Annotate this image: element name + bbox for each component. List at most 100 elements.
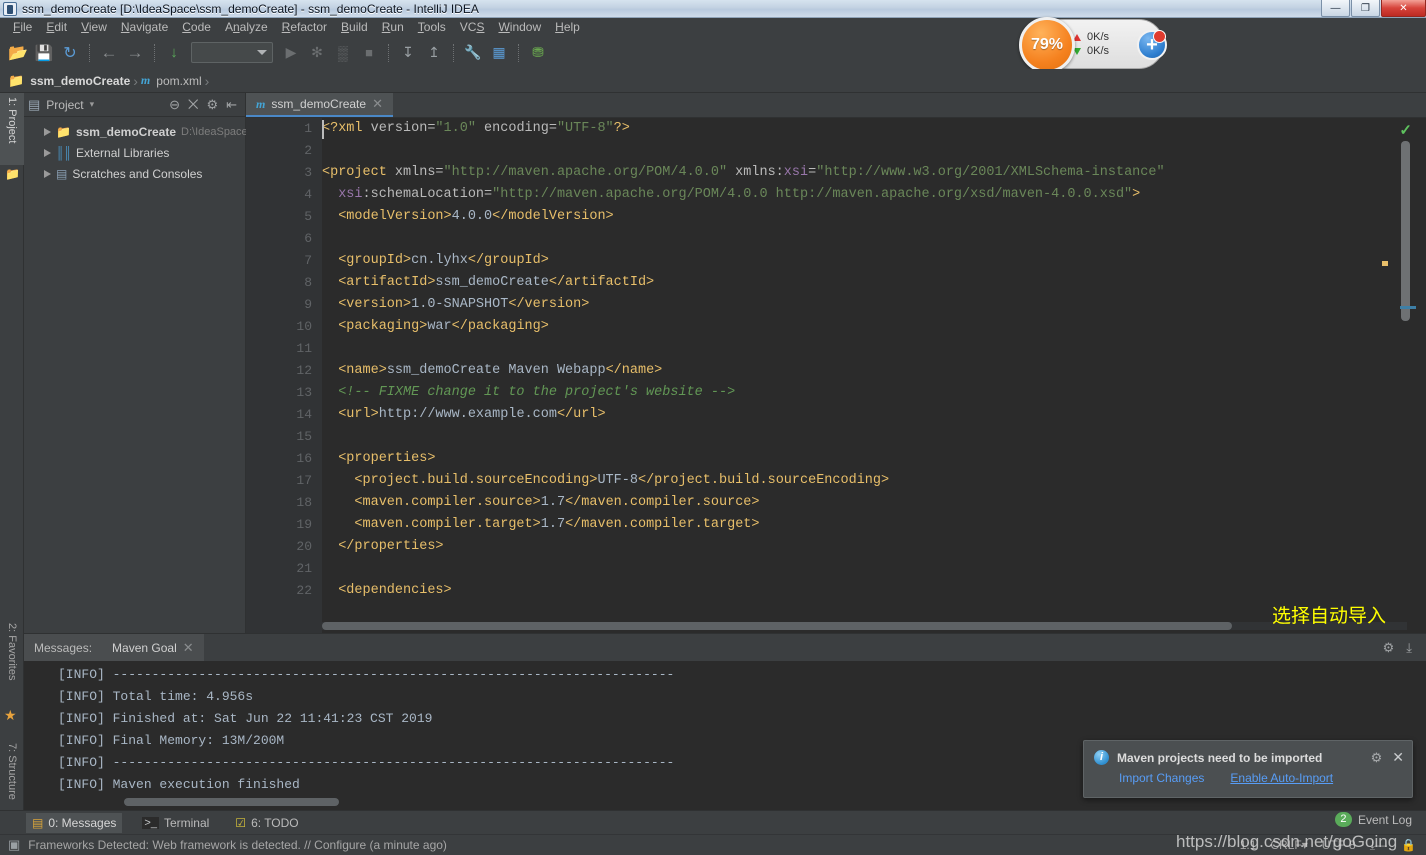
stop-icon[interactable]: ■ xyxy=(357,41,381,65)
export-to-file-icon[interactable]: ⤓ xyxy=(1406,640,1412,656)
gutter-line-number[interactable]: 15 xyxy=(246,426,322,448)
settings-gear-icon[interactable]: ⚙ xyxy=(206,97,218,113)
menu-view[interactable]: View xyxy=(74,19,114,35)
tree-node-module[interactable]: 📁 ssm_demoCreate D:\IdeaSpace xyxy=(24,121,248,142)
menu-tools[interactable]: Tools xyxy=(411,19,453,35)
expand-triangle-icon[interactable] xyxy=(44,127,51,136)
editor-code[interactable]: <?xml version="1.0" encoding="UTF-8"?> <… xyxy=(322,118,1412,623)
gutter-line-number[interactable]: 14 xyxy=(246,404,322,426)
menu-code[interactable]: Code xyxy=(175,19,218,35)
code-line[interactable]: <!-- FIXME change it to the project's we… xyxy=(322,382,1412,404)
minimize-button[interactable]: — xyxy=(1321,0,1350,17)
import-changes-link[interactable]: Import Changes xyxy=(1119,771,1204,785)
code-line[interactable]: <artifactId>ssm_demoCreate</artifactId> xyxy=(322,272,1412,294)
gutter-line-number[interactable]: 18 xyxy=(246,492,322,514)
bottom-tab-terminal[interactable]: >_ Terminal xyxy=(136,813,215,833)
debug-icon[interactable]: ✻ xyxy=(305,41,329,65)
gutter-line-number[interactable]: 9 xyxy=(246,294,322,316)
gutter-line-number[interactable]: 11 xyxy=(246,338,322,360)
run-configuration-combo[interactable] xyxy=(191,42,273,63)
close-button[interactable]: ✕ xyxy=(1381,0,1426,17)
code-line[interactable]: <properties> xyxy=(322,448,1412,470)
code-line[interactable]: <name>ssm_demoCreate Maven Webapp</name> xyxy=(322,360,1412,382)
bottom-tab-todo[interactable]: ☑ 6: TODO xyxy=(229,813,304,833)
close-icon[interactable]: ✕ xyxy=(1392,749,1404,766)
gutter-line-number[interactable]: 13 xyxy=(246,382,322,404)
settings-wrench-icon[interactable]: 🔧 xyxy=(461,41,485,65)
code-line[interactable] xyxy=(322,228,1412,250)
menu-window[interactable]: Window xyxy=(491,19,548,35)
sidebar-item-favorites[interactable]: 2: Favorites xyxy=(0,619,24,705)
gutter-line-number[interactable]: 4 xyxy=(246,184,322,206)
update-project-icon[interactable]: ↧ xyxy=(396,41,420,65)
sync-refresh-icon[interactable]: ↻ xyxy=(58,41,82,65)
code-line[interactable] xyxy=(322,140,1412,162)
gutter-line-number[interactable]: 7 xyxy=(246,250,322,272)
commit-icon[interactable]: ↥ xyxy=(422,41,446,65)
code-line[interactable] xyxy=(322,426,1412,448)
code-line[interactable]: <?xml version="1.0" encoding="UTF-8"?> xyxy=(322,118,1412,140)
gutter-line-number[interactable]: 5 xyxy=(246,206,322,228)
menu-vcs[interactable]: VCS xyxy=(453,19,492,35)
editor-tab-pom[interactable]: m ssm_demoCreate ✕ xyxy=(246,93,393,117)
run-icon[interactable]: ▶ xyxy=(279,41,303,65)
gutter-line-number[interactable]: 21 xyxy=(246,558,322,580)
expand-triangle-icon[interactable] xyxy=(44,148,51,157)
menu-edit[interactable]: Edit xyxy=(39,19,74,35)
vertical-scrollbar-thumb[interactable] xyxy=(1401,141,1410,321)
expand-triangle-icon[interactable] xyxy=(44,169,51,178)
network-speed-widget[interactable]: 79% 0K/s 0K/s + xyxy=(1019,17,1167,73)
menu-navigate[interactable]: Navigate xyxy=(114,19,175,35)
code-line[interactable]: <project.build.sourceEncoding>UTF-8</pro… xyxy=(322,470,1412,492)
lock-icon[interactable]: 🔒 xyxy=(1401,838,1416,852)
gutter-line-number[interactable]: 1 xyxy=(246,118,322,140)
gutter-line-number[interactable]: 12 xyxy=(246,360,322,382)
code-line[interactable]: <url>http://www.example.com</url> xyxy=(322,404,1412,426)
menu-analyze[interactable]: Analyze xyxy=(218,19,275,35)
chevron-down-icon[interactable]: ▾ xyxy=(90,99,95,110)
close-icon[interactable]: ✕ xyxy=(183,640,194,656)
gutter-line-number[interactable]: 17 xyxy=(246,470,322,492)
sidebar-item-project[interactable]: 1: Project xyxy=(0,93,24,165)
breadcrumb-item-module[interactable]: 📁 ssm_demoCreate xyxy=(8,73,130,89)
menu-file[interactable]: File xyxy=(6,19,39,35)
code-line[interactable]: <groupId>cn.lyhx</groupId> xyxy=(322,250,1412,272)
sdk-manager-icon[interactable]: ⛃ xyxy=(526,41,550,65)
code-line[interactable]: <maven.compiler.target>1.7</maven.compil… xyxy=(322,514,1412,536)
code-line[interactable] xyxy=(322,338,1412,360)
menu-refactor[interactable]: Refactor xyxy=(275,19,334,35)
code-line[interactable]: <modelVersion>4.0.0</modelVersion> xyxy=(322,206,1412,228)
back-arrow-icon[interactable]: ← xyxy=(97,41,121,65)
menu-help[interactable]: Help xyxy=(548,19,587,35)
code-line[interactable]: <project xmlns="http://maven.apache.org/… xyxy=(322,162,1412,184)
gutter-line-number[interactable]: 8 xyxy=(246,272,322,294)
gutter-line-number[interactable]: 20 xyxy=(246,536,334,558)
enable-auto-import-link[interactable]: Enable Auto-Import xyxy=(1230,771,1333,785)
code-line[interactable]: xsi:schemaLocation="http://maven.apache.… xyxy=(322,184,1412,206)
code-line[interactable]: <version>1.0-SNAPSHOT</version> xyxy=(322,294,1412,316)
close-icon[interactable]: ✕ xyxy=(372,96,383,112)
gutter-line-number[interactable]: 22− xyxy=(246,580,334,602)
project-structure-icon[interactable]: ▦ xyxy=(487,41,511,65)
coverage-icon[interactable]: ▒ xyxy=(331,41,355,65)
add-plus-icon[interactable]: + xyxy=(1137,30,1167,60)
code-line[interactable]: </properties> xyxy=(322,536,1412,558)
gutter-line-number[interactable]: 3− xyxy=(246,162,334,184)
gutter-line-number[interactable]: 2 xyxy=(246,140,322,162)
event-log-button[interactable]: 2 Event Log xyxy=(1334,812,1412,827)
warning-marker-icon[interactable] xyxy=(1382,261,1388,266)
collapse-all-icon[interactable]: ⊖ xyxy=(169,97,180,113)
code-line[interactable] xyxy=(322,558,1412,580)
code-line[interactable]: <maven.compiler.source>1.7</maven.compil… xyxy=(322,492,1412,514)
status-message[interactable]: Frameworks Detected: Web framework is de… xyxy=(28,838,447,852)
open-folder-icon[interactable]: 📂 xyxy=(6,41,30,65)
bottom-tab-messages[interactable]: ▤ 0: Messages xyxy=(26,812,123,833)
breadcrumb-item-file[interactable]: m pom.xml xyxy=(141,73,202,88)
messages-tab-maven-goal[interactable]: Maven Goal ✕ xyxy=(102,634,204,661)
menu-build[interactable]: Build xyxy=(334,19,375,35)
settings-gear-icon[interactable]: ⚙ xyxy=(1371,750,1383,766)
gutter-line-number[interactable]: 16− xyxy=(246,448,334,470)
settings-gear-icon[interactable]: ⚙ xyxy=(1383,640,1395,656)
tree-node-scratches[interactable]: ▤ Scratches and Consoles xyxy=(24,163,245,184)
gutter-line-number[interactable]: 6 xyxy=(246,228,322,250)
